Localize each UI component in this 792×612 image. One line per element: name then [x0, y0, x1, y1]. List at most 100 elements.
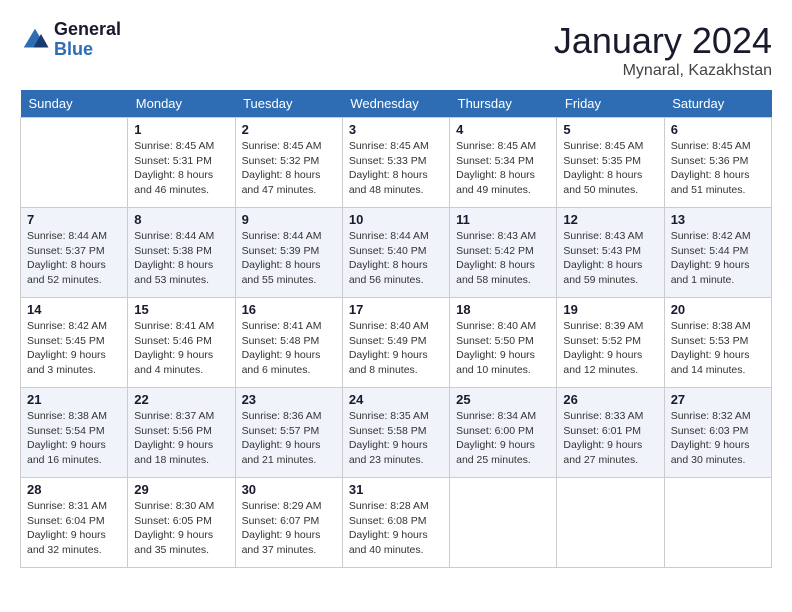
sunrise-text: Sunrise: 8:32 AM: [671, 409, 765, 424]
sunrise-text: Sunrise: 8:45 AM: [456, 139, 550, 154]
week-row-3: 14Sunrise: 8:42 AMSunset: 5:45 PMDayligh…: [21, 298, 772, 388]
daylight-text: Daylight: 8 hours and 58 minutes.: [456, 258, 550, 287]
day-number: 31: [349, 482, 443, 497]
sunset-text: Sunset: 5:36 PM: [671, 154, 765, 169]
sunrise-text: Sunrise: 8:35 AM: [349, 409, 443, 424]
day-info: Sunrise: 8:44 AMSunset: 5:39 PMDaylight:…: [242, 229, 336, 288]
day-number: 27: [671, 392, 765, 407]
day-number: 22: [134, 392, 228, 407]
sunset-text: Sunset: 6:08 PM: [349, 514, 443, 529]
calendar-cell: 31Sunrise: 8:28 AMSunset: 6:08 PMDayligh…: [342, 478, 449, 568]
logo-general: General: [54, 20, 121, 40]
sunrise-text: Sunrise: 8:39 AM: [563, 319, 657, 334]
calendar-cell: 20Sunrise: 8:38 AMSunset: 5:53 PMDayligh…: [664, 298, 771, 388]
calendar-cell: 12Sunrise: 8:43 AMSunset: 5:43 PMDayligh…: [557, 208, 664, 298]
calendar-cell: 21Sunrise: 8:38 AMSunset: 5:54 PMDayligh…: [21, 388, 128, 478]
sunset-text: Sunset: 5:39 PM: [242, 244, 336, 259]
calendar-cell: 29 Sunrise: 8:30 AMSunset: 6:05 PMDayligh…: [128, 478, 235, 568]
day-info: Sunrise: 8:30 AMSunset: 6:05 PMDaylight:…: [134, 499, 228, 558]
day-info: Sunrise: 8:43 AMSunset: 5:42 PMDaylight:…: [456, 229, 550, 288]
calendar-cell: [557, 478, 664, 568]
day-number: 15: [134, 302, 228, 317]
daylight-text: Daylight: 9 hours and 6 minutes.: [242, 348, 336, 377]
sunrise-text: Sunrise: 8:45 AM: [671, 139, 765, 154]
sunrise-text: Sunrise: 8:44 AM: [134, 229, 228, 244]
calendar-cell: 6 Sunrise: 8:45 AMSunset: 5:36 PMDaylight…: [664, 118, 771, 208]
daylight-text: Daylight: 8 hours and 52 minutes.: [27, 258, 121, 287]
sunset-text: Sunset: 5:31 PM: [134, 154, 228, 169]
day-info: Sunrise: 8:41 AMSunset: 5:46 PMDaylight:…: [134, 319, 228, 378]
sunrise-text: Sunrise: 8:40 AM: [349, 319, 443, 334]
day-number: 26: [563, 392, 657, 407]
weekday-header-wednesday: Wednesday: [342, 90, 449, 118]
page-header: General Blue January 2024 Mynaral, Kazak…: [20, 20, 772, 80]
day-info: Sunrise: 8:40 AMSunset: 5:50 PMDaylight:…: [456, 319, 550, 378]
sunrise-text: Sunrise: 8:44 AM: [349, 229, 443, 244]
daylight-text: Daylight: 8 hours and 56 minutes.: [349, 258, 443, 287]
sunrise-text: Sunrise: 8:38 AM: [27, 409, 121, 424]
day-info: Sunrise: 8:37 AMSunset: 5:56 PMDaylight:…: [134, 409, 228, 468]
weekday-header-tuesday: Tuesday: [235, 90, 342, 118]
sunset-text: Sunset: 5:58 PM: [349, 424, 443, 439]
calendar-cell: [450, 478, 557, 568]
daylight-text: Daylight: 8 hours and 51 minutes.: [671, 168, 765, 197]
calendar-cell: 19Sunrise: 8:39 AMSunset: 5:52 PMDayligh…: [557, 298, 664, 388]
weekday-header-saturday: Saturday: [664, 90, 771, 118]
day-number: 30: [242, 482, 336, 497]
day-info: Sunrise: 8:34 AMSunset: 6:00 PMDaylight:…: [456, 409, 550, 468]
day-info: Sunrise: 8:44 AMSunset: 5:37 PMDaylight:…: [27, 229, 121, 288]
calendar-cell: 8Sunrise: 8:44 AMSunset: 5:38 PMDaylight…: [128, 208, 235, 298]
sunset-text: Sunset: 6:05 PM: [134, 514, 228, 529]
daylight-text: Daylight: 8 hours and 53 minutes.: [134, 258, 228, 287]
day-info: Sunrise: 8:29 AMSunset: 6:07 PMDaylight:…: [242, 499, 336, 558]
calendar-table: SundayMondayTuesdayWednesdayThursdayFrid…: [20, 90, 772, 568]
week-row-5: 28Sunrise: 8:31 AMSunset: 6:04 PMDayligh…: [21, 478, 772, 568]
day-number: 18: [456, 302, 550, 317]
calendar-cell: 9Sunrise: 8:44 AMSunset: 5:39 PMDaylight…: [235, 208, 342, 298]
sunrise-text: Sunrise: 8:45 AM: [242, 139, 336, 154]
day-number: 3: [349, 122, 443, 137]
weekday-header-row: SundayMondayTuesdayWednesdayThursdayFrid…: [21, 90, 772, 118]
sunset-text: Sunset: 5:45 PM: [27, 334, 121, 349]
daylight-text: Daylight: 9 hours and 3 minutes.: [27, 348, 121, 377]
sunset-text: Sunset: 5:35 PM: [563, 154, 657, 169]
sunset-text: Sunset: 5:46 PM: [134, 334, 228, 349]
calendar-cell: 25Sunrise: 8:34 AMSunset: 6:00 PMDayligh…: [450, 388, 557, 478]
calendar-cell: 7Sunrise: 8:44 AMSunset: 5:37 PMDaylight…: [21, 208, 128, 298]
day-number: 4: [456, 122, 550, 137]
day-number: 29: [134, 482, 228, 497]
calendar-cell: 28Sunrise: 8:31 AMSunset: 6:04 PMDayligh…: [21, 478, 128, 568]
sunset-text: Sunset: 5:57 PM: [242, 424, 336, 439]
calendar-cell: 16Sunrise: 8:41 AMSunset: 5:48 PMDayligh…: [235, 298, 342, 388]
sunrise-text: Sunrise: 8:44 AM: [242, 229, 336, 244]
sunrise-text: Sunrise: 8:30 AM: [134, 499, 228, 514]
daylight-text: Daylight: 9 hours and 16 minutes.: [27, 438, 121, 467]
day-number: 2: [242, 122, 336, 137]
daylight-text: Daylight: 9 hours and 40 minutes.: [349, 528, 443, 557]
daylight-text: Daylight: 9 hours and 18 minutes.: [134, 438, 228, 467]
day-info: Sunrise: 8:43 AMSunset: 5:43 PMDaylight:…: [563, 229, 657, 288]
day-number: 28: [27, 482, 121, 497]
daylight-text: Daylight: 9 hours and 37 minutes.: [242, 528, 336, 557]
calendar-cell: 1Sunrise: 8:45 AMSunset: 5:31 PMDaylight…: [128, 118, 235, 208]
logo: General Blue: [20, 20, 121, 60]
day-info: Sunrise: 8:45 AMSunset: 5:33 PMDaylight:…: [349, 139, 443, 198]
daylight-text: Daylight: 9 hours and 12 minutes.: [563, 348, 657, 377]
calendar-cell: 18 Sunrise: 8:40 AMSunset: 5:50 PMDayligh…: [450, 298, 557, 388]
day-number: 11: [456, 212, 550, 227]
sunset-text: Sunset: 6:04 PM: [27, 514, 121, 529]
calendar-cell: 10Sunrise: 8:44 AMSunset: 5:40 PMDayligh…: [342, 208, 449, 298]
daylight-text: Daylight: 9 hours and 30 minutes.: [671, 438, 765, 467]
week-row-4: 21Sunrise: 8:38 AMSunset: 5:54 PMDayligh…: [21, 388, 772, 478]
sunset-text: Sunset: 5:52 PM: [563, 334, 657, 349]
sunrise-text: Sunrise: 8:34 AM: [456, 409, 550, 424]
calendar-cell: 23Sunrise: 8:36 AMSunset: 5:57 PMDayligh…: [235, 388, 342, 478]
calendar-cell: [664, 478, 771, 568]
sunset-text: Sunset: 5:49 PM: [349, 334, 443, 349]
sunset-text: Sunset: 5:40 PM: [349, 244, 443, 259]
sunset-text: Sunset: 5:38 PM: [134, 244, 228, 259]
calendar-cell: 27Sunrise: 8:32 AMSunset: 6:03 PMDayligh…: [664, 388, 771, 478]
sunset-text: Sunset: 5:54 PM: [27, 424, 121, 439]
day-info: Sunrise: 8:44 AMSunset: 5:40 PMDaylight:…: [349, 229, 443, 288]
day-number: 6: [671, 122, 765, 137]
